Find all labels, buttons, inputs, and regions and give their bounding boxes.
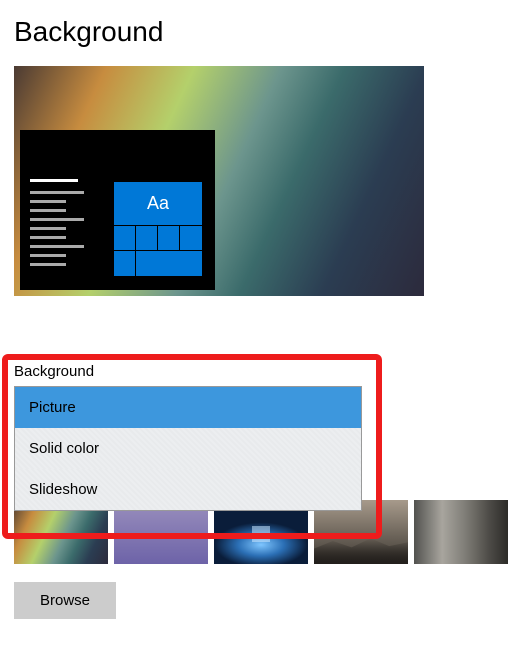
font-sample-tile: Aa bbox=[114, 182, 202, 226]
dropdown-option-slideshow[interactable]: Slideshow bbox=[15, 469, 361, 510]
start-menu-tiles-preview: Aa bbox=[114, 182, 202, 276]
page-title: Background bbox=[0, 0, 527, 66]
dropdown-option-solid-color[interactable]: Solid color bbox=[15, 428, 361, 469]
browse-button[interactable]: Browse bbox=[14, 582, 116, 619]
background-dropdown-label: Background bbox=[14, 363, 94, 380]
desktop-preview: Aa bbox=[14, 66, 424, 296]
start-menu-preview: Aa bbox=[20, 130, 215, 290]
dropdown-option-picture[interactable]: Picture bbox=[15, 387, 361, 428]
picture-thumbnail[interactable] bbox=[414, 500, 508, 564]
start-menu-list-preview bbox=[30, 173, 85, 272]
background-dropdown[interactable]: Picture Solid color Slideshow bbox=[14, 386, 362, 511]
